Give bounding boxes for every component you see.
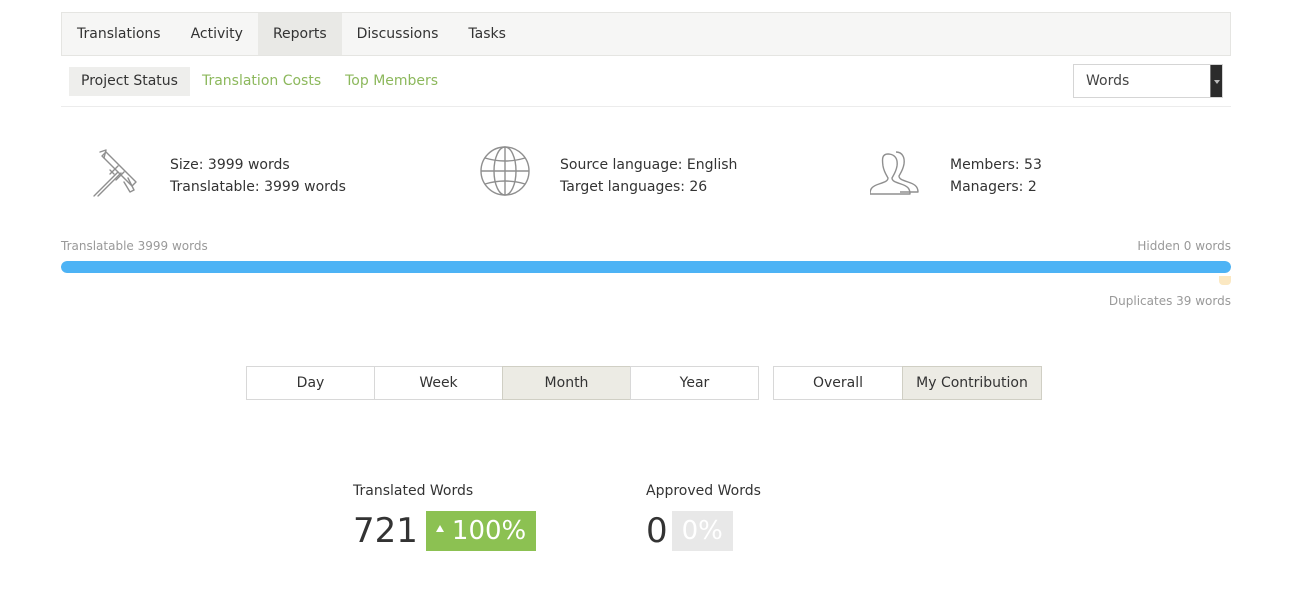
period-toggle: Day Week Month Year (246, 366, 759, 400)
approved-words-label: Approved Words (646, 483, 761, 499)
translatable-label: Translatable 3999 words (61, 239, 208, 253)
globe-icon (480, 146, 530, 196)
tab-tasks[interactable]: Tasks (453, 13, 521, 55)
approved-words-value: 0 (646, 511, 668, 551)
hidden-label: Hidden 0 words (1137, 239, 1231, 253)
words-progress-bar (61, 261, 1231, 273)
period-year-button[interactable]: Year (630, 366, 759, 400)
target-languages-text: Target languages: 26 (560, 179, 708, 195)
main-nav: Translations Activity Reports Discussion… (61, 12, 1231, 56)
translated-words-value: 721 (353, 511, 418, 551)
translated-change-badge: 100% (425, 511, 537, 551)
scope-toggle: Overall My Contribution (773, 366, 1042, 400)
arrow-up-icon (435, 525, 444, 532)
tab-reports[interactable]: Reports (257, 13, 342, 55)
translatable-text: Translatable: 3999 words (170, 179, 346, 195)
subtab-top-members[interactable]: Top Members (333, 67, 450, 96)
duplicates-label: Duplicates 39 words (1108, 294, 1231, 308)
units-select[interactable]: Words (1073, 64, 1223, 98)
tab-activity[interactable]: Activity (176, 13, 258, 55)
translated-words-label: Translated Words (353, 483, 474, 499)
caliper-icon (93, 149, 137, 197)
approved-words-metric: Approved Words 0 0% (646, 483, 761, 551)
approved-change-value: 0% (681, 516, 723, 546)
approved-change-badge: 0% (671, 511, 733, 551)
period-week-button[interactable]: Week (374, 366, 503, 400)
tab-discussions[interactable]: Discussions (342, 13, 454, 55)
scope-my-contribution-button[interactable]: My Contribution (902, 366, 1042, 400)
subtab-translation-costs[interactable]: Translation Costs (190, 67, 333, 96)
duplicates-marker (1219, 276, 1231, 285)
units-select-value: Words (1086, 73, 1130, 89)
members-text: Members: 53 (950, 157, 1042, 173)
users-icon (870, 151, 919, 195)
subtab-project-status[interactable]: Project Status (69, 67, 190, 96)
period-month-button[interactable]: Month (502, 366, 631, 400)
chevron-down-icon (1210, 65, 1222, 97)
scope-overall-button[interactable]: Overall (773, 366, 903, 400)
progress-fill (61, 261, 1231, 273)
managers-text: Managers: 2 (950, 179, 1037, 195)
period-day-button[interactable]: Day (246, 366, 375, 400)
sub-nav: Project Status Translation Costs Top Mem… (61, 56, 1231, 107)
translated-change-value: 100% (451, 516, 527, 546)
translated-words-metric: Translated Words 721 100% (353, 483, 537, 551)
size-text: Size: 3999 words (170, 157, 290, 173)
report-tabs: Project Status Translation Costs Top Mem… (69, 67, 450, 96)
source-language-text: Source language: English (560, 157, 738, 173)
tab-translations[interactable]: Translations (62, 13, 176, 55)
